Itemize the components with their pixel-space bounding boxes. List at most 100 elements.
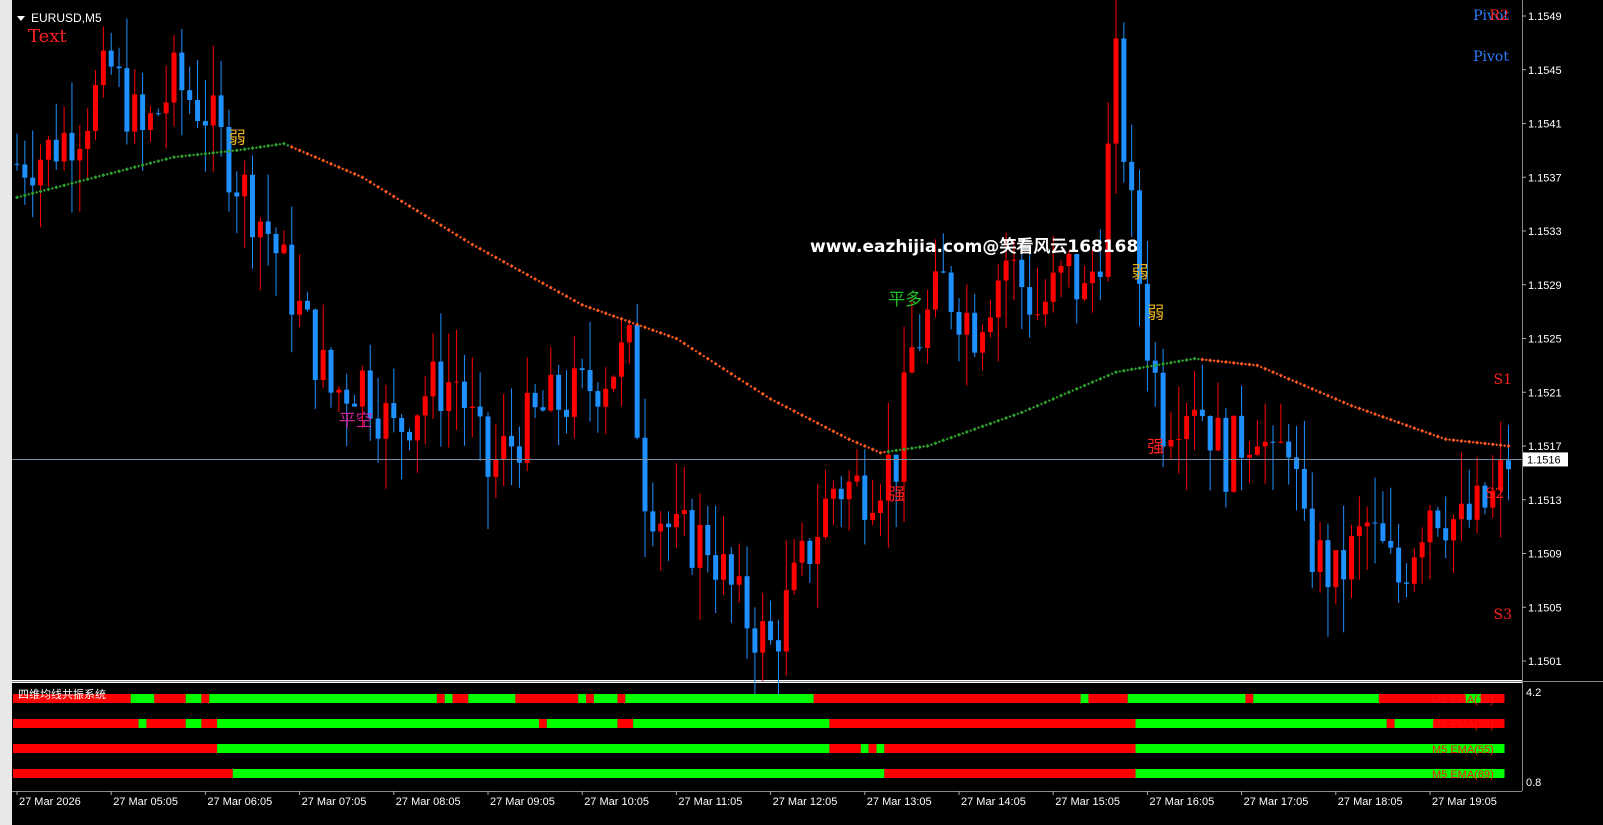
candle-body <box>1506 460 1511 470</box>
indicator-scale-bottom: 0.8 <box>1526 777 1541 789</box>
indicator-bar-segment <box>1127 694 1246 703</box>
candle-body <box>1270 441 1276 443</box>
candle-body <box>1411 557 1417 584</box>
candle-body <box>964 312 970 335</box>
price-tick-label: 1.1525 <box>1528 334 1562 346</box>
indicator-bar-segment <box>538 719 547 728</box>
candle-body <box>1129 161 1135 191</box>
indicator-bar-segment <box>1386 719 1395 728</box>
candle-body <box>870 512 876 520</box>
candle-body <box>995 280 1001 318</box>
trading-chart[interactable]: 1.1549 1.1545 1.1541 1.1537 1.1533 1.1529 1.15… <box>12 0 1603 825</box>
candle-body <box>1301 468 1307 509</box>
candle-body <box>1458 503 1464 520</box>
signal-annotation: 平多 <box>888 290 922 310</box>
candle-body <box>1042 301 1048 315</box>
indicator-bar-segment <box>138 719 147 728</box>
indicator-title: 四维均线共振系统 <box>18 687 106 701</box>
candle-body <box>846 481 852 500</box>
candle-body <box>124 68 130 132</box>
candle-body <box>1035 314 1040 316</box>
pivot-label-pivot: Pivot <box>1473 49 1509 65</box>
price-tick-label: 1.1505 <box>1528 602 1562 614</box>
candle-body <box>540 407 546 411</box>
candle-body <box>493 459 499 477</box>
candle-body <box>1239 415 1245 458</box>
candle-body <box>469 406 475 408</box>
candle-body <box>823 498 829 537</box>
candle-body <box>210 95 216 126</box>
candle-body <box>854 475 860 482</box>
candle-body <box>1199 409 1205 417</box>
candle-body <box>509 435 515 447</box>
indicator-bar-segment <box>217 719 539 728</box>
text-label: Text <box>28 26 67 47</box>
candle-body <box>22 164 28 178</box>
indicator-bar-segment <box>813 694 1081 703</box>
price-tick-label: 1.1517 <box>1528 441 1562 453</box>
candle-body <box>1388 540 1394 548</box>
indicator-bar-segment <box>617 719 634 728</box>
candle-body <box>359 370 365 407</box>
price-tick-label: 1.1501 <box>1528 656 1562 668</box>
candle-body <box>744 576 750 629</box>
candle-body <box>768 621 774 641</box>
indicator-bar-segment <box>13 744 218 753</box>
candle-body <box>705 525 711 556</box>
candle-body <box>187 90 193 100</box>
indicator-bar-segment <box>593 694 618 703</box>
signal-annotation: 平空 <box>339 411 373 431</box>
price-tick-label: 1.1521 <box>1528 387 1562 399</box>
candle-body <box>1003 260 1009 281</box>
candle-body <box>878 500 883 513</box>
candle-body <box>689 510 695 568</box>
candle-body <box>650 511 656 532</box>
candle-body <box>1050 272 1056 302</box>
indicator-bar-segment <box>586 694 594 703</box>
indicator-bar-segment <box>1394 719 1434 728</box>
candle-body <box>289 244 295 315</box>
indicator-bar-segment <box>201 694 210 703</box>
candle-body <box>77 148 83 161</box>
candle-body <box>595 391 601 407</box>
indicator-bar-segment <box>1253 694 1379 703</box>
price-tick-label: 1.1541 <box>1528 119 1562 131</box>
candle-body <box>713 555 719 580</box>
time-tick-label: 27 Mar 09:05 <box>490 796 555 808</box>
main-chart-area[interactable] <box>12 0 1522 680</box>
candle-body <box>1443 528 1449 541</box>
candle-body <box>728 554 734 585</box>
candle-body <box>14 163 20 165</box>
candle-body <box>909 347 915 373</box>
price-tick-label: 1.1509 <box>1528 549 1562 561</box>
candle-body <box>862 475 868 520</box>
candle-body <box>485 416 491 477</box>
candle-body <box>320 349 326 381</box>
candle-body <box>281 244 287 254</box>
candle-body <box>838 488 844 500</box>
indicator-bar-segment <box>1080 694 1089 703</box>
candle-body <box>407 431 412 441</box>
candle-body <box>736 576 742 585</box>
candle-body <box>940 271 946 273</box>
candle-body <box>1364 522 1370 527</box>
indicator-scale-top: 4.2 <box>1526 687 1541 699</box>
pivot-label-s2: S2 <box>1486 486 1505 502</box>
candle-body <box>642 437 648 512</box>
candle-body <box>917 347 923 349</box>
candle-body <box>587 370 593 392</box>
candle-body <box>571 368 577 417</box>
candle-body <box>1192 409 1197 416</box>
indicator-bar-segment <box>884 769 1136 778</box>
indicator-bar-segment <box>515 694 579 703</box>
candle-body <box>783 590 789 652</box>
current-price-label: 1.1516 <box>1527 454 1561 466</box>
indicator-bar-segment <box>13 719 139 728</box>
candle-body <box>1058 266 1064 273</box>
candle-body <box>375 418 381 439</box>
indicator-bar-segment <box>468 694 516 703</box>
candle-body <box>1451 519 1457 541</box>
candle-body <box>414 415 420 441</box>
candle-body <box>297 300 303 315</box>
candle-body <box>179 52 185 91</box>
